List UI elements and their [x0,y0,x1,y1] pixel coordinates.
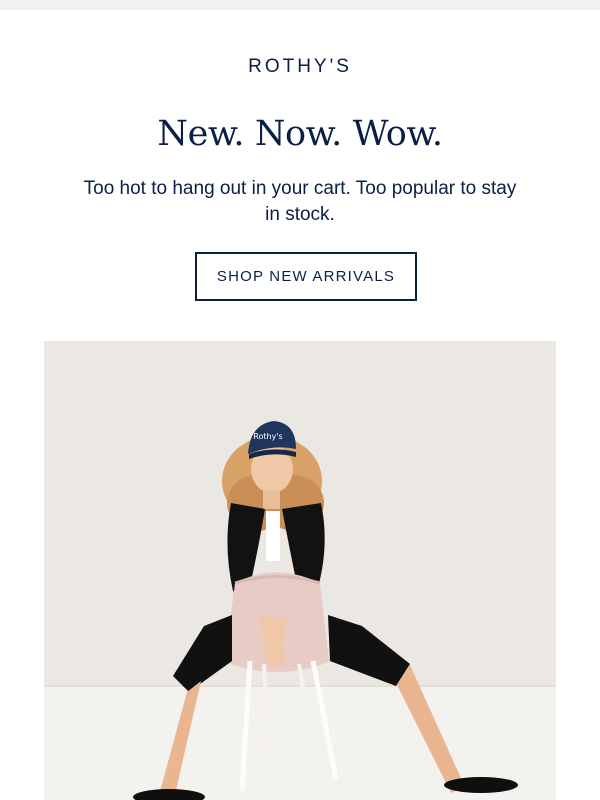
hero-photo: Rothy's [44,341,556,800]
headline: New. Now. Wow. [157,114,443,154]
shop-new-arrivals-button[interactable]: SHOP NEW ARRIVALS [195,252,417,301]
brand-logo[interactable]: ROTHY'S [0,56,600,78]
email-content: ROTHY'S New. Now. Wow. Too hot to hang o… [0,10,600,800]
top-strip [0,0,600,10]
cap-logo-text: Rothy's [253,432,282,441]
subhead: Too hot to hang out in your cart. Too po… [83,178,517,225]
hero-image[interactable]: Rothy's [44,341,556,800]
